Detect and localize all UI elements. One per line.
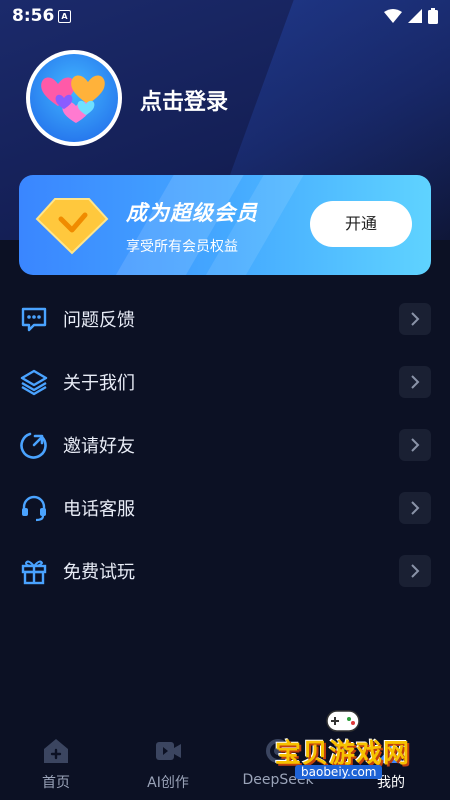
- chevron-right-icon: [399, 429, 431, 461]
- menu-item-invite[interactable]: 邀请好友: [0, 414, 450, 477]
- menu-label: 电话客服: [63, 499, 135, 520]
- tab-ai-create[interactable]: AI创作: [123, 728, 213, 792]
- login-link[interactable]: 点击登录: [140, 84, 228, 116]
- chevron-right-icon: [399, 555, 431, 587]
- status-icons: [384, 8, 438, 24]
- chevron-right-icon: [399, 366, 431, 398]
- status-bar: 8:56 A: [0, 0, 450, 32]
- status-time: 8:56: [12, 6, 55, 26]
- tab-label: AI创作: [147, 775, 189, 791]
- watermark-logo: 宝贝游戏网 baobeiy.com: [275, 705, 435, 795]
- battery-icon: [428, 8, 438, 24]
- gift-icon: [21, 560, 47, 585]
- hearts-icon: [41, 75, 105, 123]
- home-icon: [44, 739, 68, 763]
- vip-title: 成为超级会员: [126, 201, 258, 225]
- video-icon: [156, 742, 181, 760]
- chevron-right-icon: [399, 303, 431, 335]
- invite-icon: [20, 432, 47, 459]
- tab-home[interactable]: 首页: [11, 728, 101, 792]
- menu-label: 关于我们: [63, 373, 135, 394]
- menu-item-about[interactable]: 关于我们: [0, 351, 450, 414]
- menu-label: 问题反馈: [63, 310, 135, 331]
- menu-item-free-trial[interactable]: 免费试玩: [0, 540, 450, 603]
- activate-vip-button[interactable]: 开通: [310, 201, 412, 247]
- menu-item-feedback[interactable]: 问题反馈: [0, 288, 450, 351]
- vip-badge-icon: [35, 195, 109, 259]
- tab-label: 首页: [42, 775, 70, 791]
- menu-label: 邀请好友: [63, 436, 135, 457]
- menu-label: 免费试玩: [63, 562, 135, 583]
- menu-list: 问题反馈 关于我们 邀请好友 电话客服 免费试玩: [0, 288, 450, 603]
- signal-icon: [408, 9, 422, 23]
- wifi-icon: [384, 9, 402, 23]
- headset-icon: [22, 495, 46, 522]
- feedback-icon: [21, 307, 47, 332]
- notification-icon: A: [58, 10, 71, 23]
- chevron-right-icon: [399, 492, 431, 524]
- gamepad-icon: [326, 710, 360, 732]
- vip-subtitle: 享受所有会员权益: [126, 239, 238, 255]
- vip-card[interactable]: 成为超级会员 享受所有会员权益 开通: [19, 175, 431, 275]
- menu-item-support[interactable]: 电话客服: [0, 477, 450, 540]
- watermark-url: baobeiy.com: [295, 765, 383, 779]
- layers-icon: [20, 369, 48, 396]
- avatar[interactable]: [26, 50, 122, 146]
